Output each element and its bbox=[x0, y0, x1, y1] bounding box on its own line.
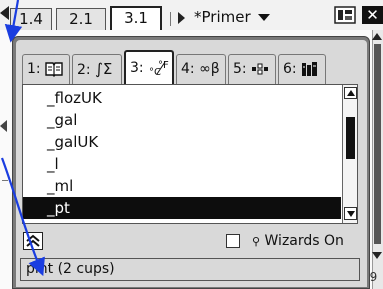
book-icon bbox=[45, 62, 63, 77]
tab-divider bbox=[170, 12, 171, 26]
catalog-tab-3-label: 3: bbox=[130, 60, 144, 76]
page-scroll-down-icon[interactable] bbox=[372, 252, 382, 259]
wand-icon: ⚲ bbox=[252, 235, 261, 248]
catalog-tab-2[interactable]: 2: ∫Σ bbox=[72, 54, 122, 85]
wizards-checkbox[interactable] bbox=[226, 234, 240, 248]
document-tab-bar: 1.4 2.1 3.1 *Primer ✕ bbox=[0, 0, 383, 30]
scroll-tabs-left-icon[interactable] bbox=[0, 6, 9, 20]
scroll-up-icon[interactable] bbox=[344, 87, 357, 99]
list-item-selected[interactable]: _pt bbox=[23, 197, 341, 219]
list-item[interactable]: _ml bbox=[23, 175, 341, 197]
scroll-tabs-right-icon[interactable] bbox=[178, 12, 185, 24]
library-icon bbox=[302, 62, 318, 76]
collapse-help-button[interactable] bbox=[23, 232, 43, 250]
document-title[interactable]: *Primer bbox=[194, 7, 251, 27]
catalog-tab-4-label: 4: bbox=[181, 61, 195, 77]
tab-1-4[interactable]: 1.4 bbox=[10, 8, 52, 30]
catalog-tab-1-label: 1: bbox=[27, 61, 41, 77]
catalog-tab-6[interactable]: 6: bbox=[278, 54, 326, 85]
double-chevron-up-icon bbox=[26, 234, 40, 247]
page-scroll-thumb[interactable] bbox=[374, 44, 381, 244]
close-icon[interactable]: ✕ bbox=[362, 6, 383, 24]
catalog-tab-3[interactable]: 3: °C °F bbox=[124, 50, 174, 85]
list-scrollbar[interactable] bbox=[342, 85, 357, 223]
infinity-beta-icon: ∞β bbox=[199, 61, 220, 77]
battery-icon bbox=[334, 6, 356, 24]
help-text-bar: pint (2 cups) bbox=[20, 258, 360, 281]
template-icon bbox=[252, 63, 269, 75]
catalog-tab-1[interactable]: 1: bbox=[22, 54, 70, 85]
units-icon: °C °F bbox=[149, 60, 169, 78]
page-scroll-up-icon[interactable] bbox=[372, 33, 382, 40]
catalog-panel: 1: 2: ∫Σ 3: °C °F 4: ∞β 5: 6: _flozUK _g… bbox=[16, 40, 367, 287]
document-menu-dropdown-icon[interactable] bbox=[258, 14, 270, 21]
catalog-tab-5-label: 5: bbox=[233, 61, 247, 77]
page-left-mark bbox=[2, 180, 8, 181]
list-item[interactable]: _gal bbox=[23, 109, 341, 131]
list-scroll-thumb[interactable] bbox=[346, 117, 355, 159]
list-item[interactable]: _galUK bbox=[23, 131, 341, 153]
catalog-dialog: 1: 2: ∫Σ 3: °C °F 4: ∞β 5: 6: _flozUK _g… bbox=[12, 36, 370, 289]
scroll-down-icon[interactable] bbox=[344, 207, 357, 220]
tab-2-1[interactable]: 2.1 bbox=[56, 8, 106, 30]
list-item[interactable]: _l bbox=[23, 153, 341, 175]
catalog-tab-6-label: 6: bbox=[283, 61, 297, 77]
catalog-tab-2-label: 2: bbox=[77, 62, 91, 78]
integral-sigma-icon: ∫Σ bbox=[95, 60, 113, 78]
catalog-tab-5[interactable]: 5: bbox=[228, 54, 276, 85]
tab-3-1[interactable]: 3.1 bbox=[110, 6, 162, 30]
wizards-label: ⚲ Wizards On bbox=[252, 232, 344, 251]
catalog-tab-4[interactable]: 4: ∞β bbox=[176, 54, 226, 85]
catalog-list[interactable]: _flozUK _gal _galUK _l _ml _pt bbox=[22, 84, 358, 224]
page-left-arrow-icon bbox=[0, 120, 7, 132]
list-item[interactable]: _flozUK bbox=[23, 87, 341, 109]
wizards-label-text: Wizards On bbox=[264, 233, 344, 249]
